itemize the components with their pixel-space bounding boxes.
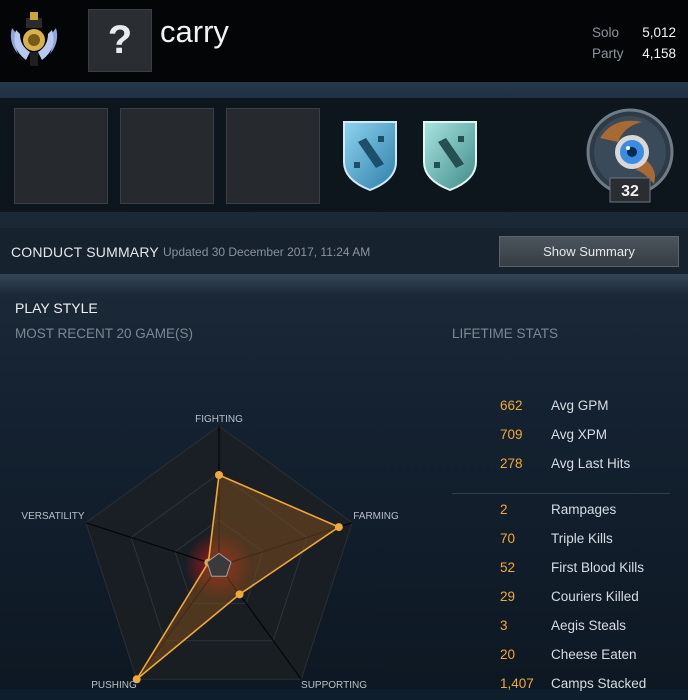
- radar-axis-label-fighting: FIGHTING: [195, 414, 243, 425]
- empty-slot[interactable]: [226, 108, 320, 204]
- radar-axis-label-supporting: SUPPORTING: [301, 680, 367, 689]
- mmr-solo: Solo 5,012: [592, 22, 676, 43]
- panel-edge: [0, 274, 688, 294]
- stat-row: 3 Aegis Steals: [450, 618, 680, 642]
- stat-label: Aegis Steals: [551, 618, 627, 633]
- stat-label: Avg Last Hits: [551, 456, 631, 471]
- hero-level: 32: [621, 183, 639, 200]
- stat-row: 662 Avg GPM: [450, 398, 680, 422]
- stat-row: 709 Avg XPM: [450, 427, 680, 451]
- stat-value: 662: [500, 398, 523, 413]
- radar-data-point: [334, 523, 343, 532]
- stat-label: Triple Kills: [551, 531, 613, 546]
- stat-value: 709: [500, 427, 523, 442]
- stat-row: 70 Triple Kills: [450, 531, 680, 555]
- mmr-panel: Solo 5,012 Party 4,158: [592, 22, 676, 64]
- stat-label: Avg GPM: [551, 398, 609, 413]
- stats-divider: [452, 493, 670, 494]
- empty-slot[interactable]: [14, 108, 108, 204]
- mmr-solo-label: Solo: [592, 25, 620, 40]
- stat-row: 52 First Blood Kills: [450, 560, 680, 584]
- unknown-badge: ?: [88, 9, 152, 72]
- playstyle-radar-chart: FIGHTING FARMING SUPPORTING PUSHING VERSATIL…: [21, 414, 399, 689]
- mmr-party-value: 4,158: [642, 46, 676, 61]
- mmr-solo-value: 5,012: [642, 25, 676, 40]
- stat-row: 29 Couriers Killed: [450, 589, 680, 613]
- stat-value: 3: [500, 618, 508, 633]
- stat-value: 52: [500, 560, 516, 575]
- stat-label: Rampages: [551, 502, 617, 517]
- playstyle-title: PLAY STYLE: [15, 300, 98, 316]
- hero-portrait-icon[interactable]: 32: [584, 108, 676, 204]
- empty-slot[interactable]: [120, 108, 214, 204]
- stat-label: Cheese Eaten: [551, 647, 637, 662]
- mmr-party-label: Party: [592, 46, 624, 61]
- stat-value: 70: [500, 531, 516, 546]
- radar-data-point: [215, 471, 223, 479]
- stat-label: Couriers Killed: [551, 589, 639, 604]
- recent-games-label: MOST RECENT 20 GAME(S): [15, 326, 194, 341]
- conduct-title: CONDUCT SUMMARY: [11, 244, 159, 260]
- stat-value: 20: [500, 647, 516, 662]
- radar-axis-label-versatility: VERSATILITY: [21, 511, 84, 522]
- stat-row: 2 Rampages: [450, 502, 680, 526]
- dota-shield-icon[interactable]: [420, 118, 480, 192]
- dota-shield-icon[interactable]: [340, 118, 400, 192]
- conduct-updated: Updated 30 December 2017, 11:24 AM: [163, 245, 371, 259]
- rank-emblem-icon: [10, 12, 58, 66]
- stat-row: 278 Avg Last Hits: [450, 456, 680, 480]
- lifetime-stats-label: LIFETIME STATS: [452, 326, 559, 341]
- player-name: carry: [160, 14, 229, 49]
- mmr-party: Party 4,158: [592, 43, 676, 64]
- show-summary-button[interactable]: Show Summary: [499, 236, 679, 267]
- stat-row: 20 Cheese Eaten: [450, 647, 680, 671]
- radar-data-point: [235, 590, 244, 599]
- stat-value: 2: [500, 502, 508, 517]
- radar-axis-label-farming: FARMING: [353, 511, 399, 522]
- stat-value: 29: [500, 589, 516, 604]
- radar-axis-label-pushing: PUSHING: [91, 680, 137, 689]
- stat-label: First Blood Kills: [551, 560, 645, 575]
- stat-value: 278: [500, 456, 523, 471]
- stat-label: Avg XPM: [551, 427, 608, 442]
- stat-row: 1,407 Camps Stacked: [450, 676, 680, 700]
